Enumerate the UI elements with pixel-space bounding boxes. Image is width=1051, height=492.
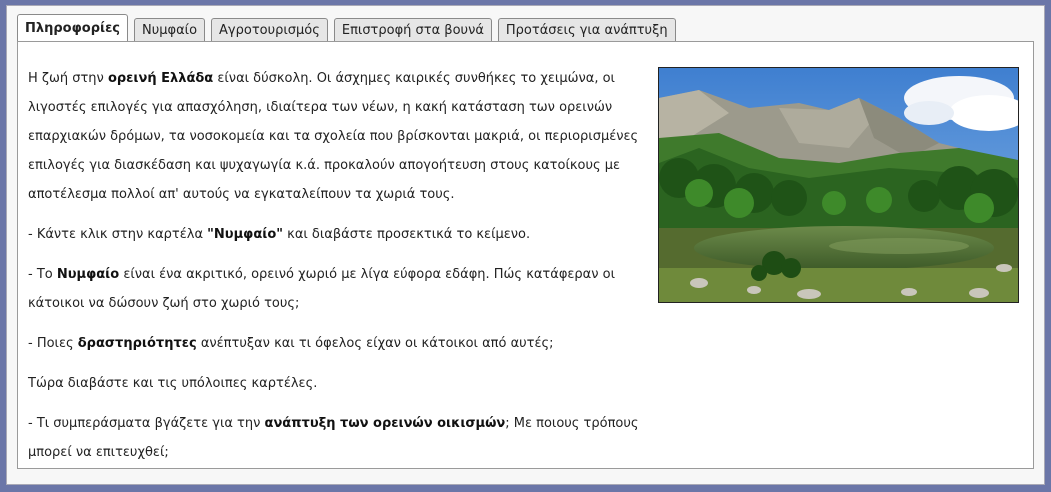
panel-content: Η ζωή στην ορεινή Ελλάδα είναι δύσκολη. … [28,64,658,478]
bold-text: ορεινή Ελλάδα [107,71,214,86]
paragraph-question-3: - Τι συμπεράσματα βγάζετε για την ανάπτυ… [28,409,658,467]
tab-bar: Πληροφορίες Νυμφαίο Αγροτουρισμός Επιστρ… [17,11,1034,41]
tab-nymfaio[interactable]: Νυμφαίο [134,18,206,41]
mountain-lake-photo [658,67,1019,303]
tab-development-proposals[interactable]: Προτάσεις για ανάπτυξη [497,18,676,41]
paragraph-intro: Η ζωή στην ορεινή Ελλάδα είναι δύσκολη. … [28,64,658,209]
paragraph-question-1: - Το Νυμφαίο είναι ένα ακριτικό, ορεινό … [28,260,658,318]
text: Τώρα διαβάστε και τις υπόλοιπες καρτέλες… [28,376,318,391]
tab-information[interactable]: Πληροφορίες [17,14,129,41]
paragraph-instruction-2: Τώρα διαβάστε και τις υπόλοιπες καρτέλες… [28,369,658,398]
bold-text: δραστηριότητες [77,336,197,351]
text: - Κάντε κλικ στην καρτέλα [28,227,208,242]
text: ανέπτυξαν και τι όφελος είχαν οι κάτοικο… [196,336,554,351]
tab-agrotourism[interactable]: Αγροτουρισμός [211,18,328,41]
text: - Το [28,267,57,282]
text: και διαβάστε προσεκτικά το κείμενο. [283,227,531,242]
tab-panel: Η ζωή στην ορεινή Ελλάδα είναι δύσκολη. … [17,41,1034,469]
text: - Τι συμπεράσματα βγάζετε για την [28,416,265,431]
paragraph-instruction-1: - Κάντε κλικ στην καρτέλα "Νυμφαίο" και … [28,220,658,249]
tabs-widget: Πληροφορίες Νυμφαίο Αγροτουρισμός Επιστρ… [6,5,1045,485]
bold-text: ανάπτυξη των ορεινών οικισμών [264,416,506,431]
text: είναι δύσκολη. Οι άσχημες καιρικές συνθή… [28,71,639,202]
text: - Ποιες [28,336,78,351]
paragraph-question-2: - Ποιες δραστηριότητες ανέπτυξαν και τι … [28,329,658,358]
tab-return-to-mountains[interactable]: Επιστροφή στα βουνά [333,18,492,41]
text: Η ζωή στην [28,71,108,86]
bold-text: "Νυμφαίο" [207,227,284,242]
bold-text: Νυμφαίο [56,267,120,282]
